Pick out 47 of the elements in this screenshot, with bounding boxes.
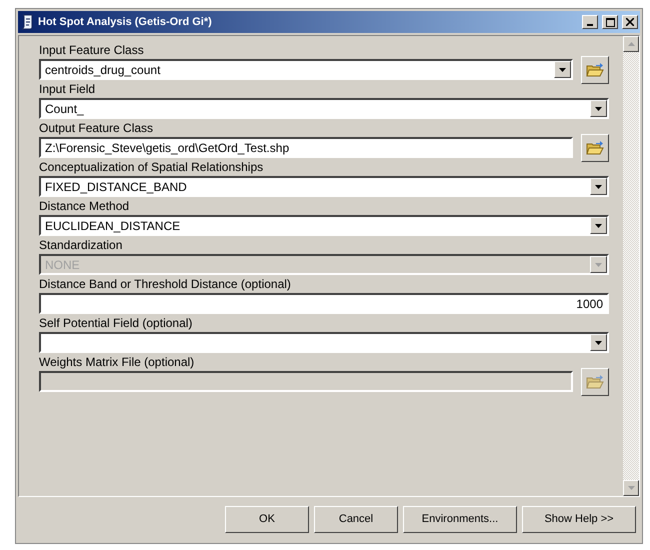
close-button[interactable]: [622, 15, 638, 29]
down-arrow-icon: [628, 486, 634, 490]
caret-icon: [595, 184, 602, 188]
dropdown-field[interactable]: FIXED_DISTANCE_BAND: [39, 176, 609, 197]
browse-button[interactable]: [581, 134, 609, 162]
maximize-button[interactable]: [602, 15, 618, 29]
folder-icon: [586, 374, 604, 390]
input-field[interactable]: Z:\Forensic_Steve\getis_ord\GetOrd_Test.shp: [39, 137, 573, 158]
dropdown-button[interactable]: [590, 334, 607, 351]
field-label: Input Feature Class: [39, 42, 145, 58]
caret-icon: [595, 224, 602, 228]
dialog-button[interactable]: Environments...: [403, 506, 517, 532]
field-label: Distance Band or Threshold Distance (optional): [39, 276, 292, 292]
scroll-down-button[interactable]: [623, 480, 639, 496]
scroll-icon: [20, 14, 34, 30]
caret-icon: [559, 68, 566, 72]
dropdown-field[interactable]: [39, 332, 609, 353]
folder-icon: [586, 62, 604, 78]
window-title: Hot Spot Analysis (Getis-Ord Gi*): [38, 16, 213, 28]
browse-button[interactable]: [581, 56, 609, 84]
dropdown-field[interactable]: EUCLIDEAN_DISTANCE: [39, 215, 609, 236]
up-arrow-icon: [628, 42, 634, 46]
maximize-icon: [606, 18, 614, 26]
field-label: Conceptualization of Spatial Relationships: [39, 159, 264, 175]
field-label: Distance Method: [39, 198, 130, 214]
dialog-button[interactable]: Cancel: [314, 506, 398, 532]
dialog-button[interactable]: OK: [225, 506, 309, 532]
folder-icon: [586, 140, 604, 156]
caret-icon: [595, 106, 602, 110]
caret-icon: [595, 340, 602, 344]
field-label: Input Field: [39, 81, 96, 97]
dropdown-button[interactable]: [554, 61, 571, 78]
field-label: Self Potential Field (optional): [39, 315, 194, 331]
dropdown-field[interactable]: centroids_drug_count: [39, 59, 573, 80]
scroll-up-button[interactable]: [623, 36, 639, 52]
dropdown-button[interactable]: [590, 100, 607, 117]
dropdown-button[interactable]: [590, 217, 607, 234]
minimize-button[interactable]: [582, 15, 598, 29]
dialog-button[interactable]: Show Help >>: [522, 506, 636, 532]
field-label: Weights Matrix File (optional): [39, 354, 196, 370]
field-label: Output Feature Class: [39, 120, 154, 136]
field-label: Standardization: [39, 237, 124, 253]
dropdown-button[interactable]: [590, 178, 607, 195]
close-icon: [626, 18, 634, 26]
caret-icon: [595, 262, 602, 266]
dropdown-field[interactable]: Count_: [39, 98, 609, 119]
input-field[interactable]: 1000: [39, 293, 609, 314]
